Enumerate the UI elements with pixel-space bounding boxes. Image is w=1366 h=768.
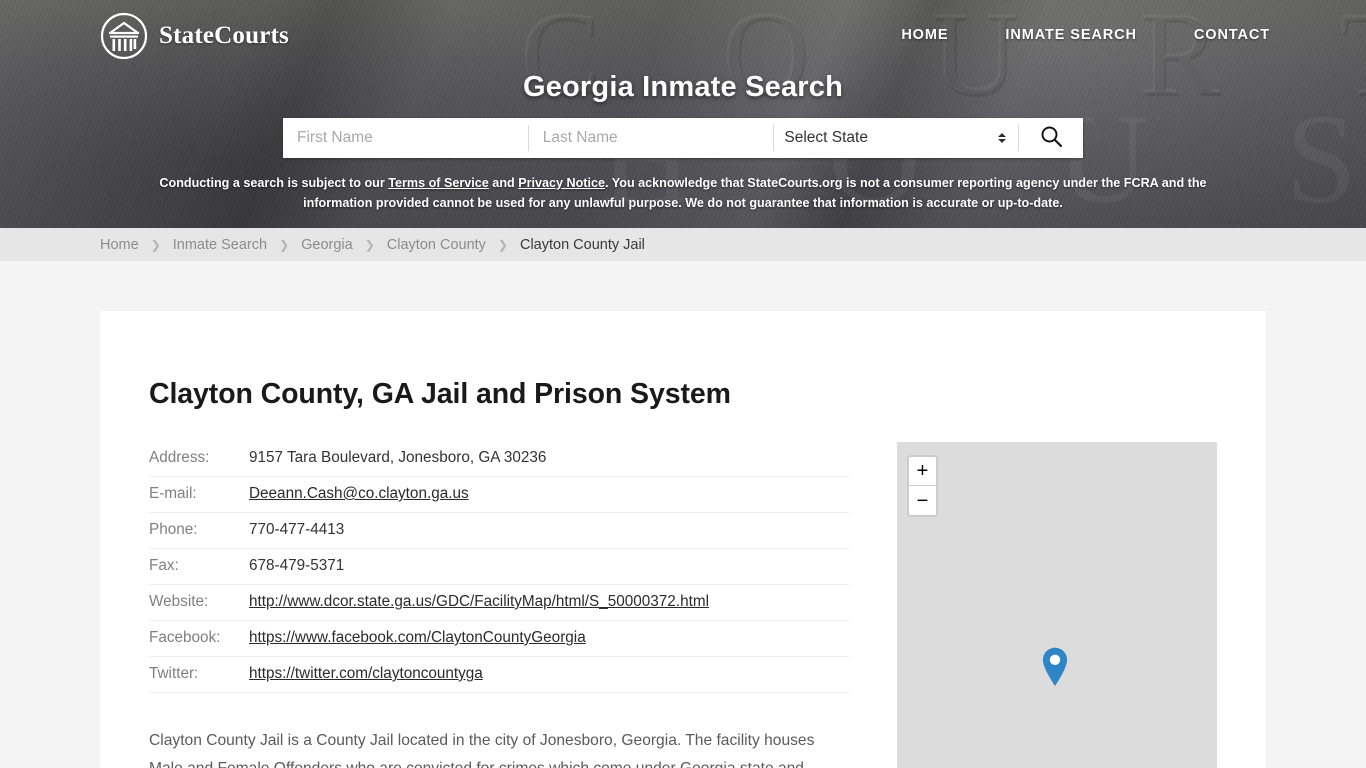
chevron-right-icon: ❯ — [497, 237, 508, 252]
privacy-notice-link[interactable]: Privacy Notice — [518, 176, 605, 190]
map-pin-icon[interactable] — [1042, 647, 1068, 687]
breadcrumb-bar: Home ❯ Inmate Search ❯ Georgia ❯ Clayton… — [0, 228, 1366, 261]
nav-item-contact[interactable]: CONTACT — [1194, 27, 1270, 43]
info-label-address: Address: — [149, 441, 249, 477]
chevron-updown-icon — [998, 133, 1007, 143]
state-select-value: Select State — [784, 129, 868, 146]
last-name-input[interactable] — [528, 118, 774, 158]
info-label-phone: Phone: — [149, 512, 249, 549]
breadcrumb-item-georgia[interactable]: Georgia — [301, 237, 353, 253]
map-zoom-out-button[interactable]: − — [909, 486, 936, 515]
breadcrumb-item-clayton-county[interactable]: Clayton County — [387, 237, 486, 253]
info-value-website: http://www.dcor.state.ga.us/GDC/Facility… — [249, 584, 849, 621]
search-disclaimer: Conducting a search is subject to our Te… — [133, 174, 1233, 213]
info-label-twitter: Twitter: — [149, 656, 249, 693]
facility-info-table: Address: 9157 Tara Boulevard, Jonesboro,… — [149, 441, 849, 693]
disclaimer-text-1: Conducting a search is subject to our — [159, 176, 389, 190]
hero-title: Georgia Inmate Search — [522, 71, 844, 103]
site-header: C O U R T H O U S E StateCourts HOME IN — [0, 0, 1366, 228]
chevron-right-icon: ❯ — [364, 237, 375, 252]
terms-of-service-link[interactable]: Terms of Service — [388, 176, 489, 190]
courthouse-circle-icon — [100, 12, 148, 60]
info-label-facebook: Facebook: — [149, 620, 249, 657]
breadcrumb-item-home[interactable]: Home — [100, 237, 139, 253]
info-value-facebook: https://www.facebook.com/ClaytonCountyGe… — [249, 620, 849, 657]
breadcrumb-item-current: Clayton County Jail — [519, 236, 645, 253]
state-select[interactable]: Select State — [774, 118, 1018, 158]
info-label-email: E-mail: — [149, 476, 249, 513]
info-value-twitter: https://twitter.com/claytoncountyga — [249, 656, 849, 693]
table-row: E-mail: Deeann.Cash@co.clayton.ga.us — [149, 476, 849, 513]
primary-navigation: HOME INMATE SEARCH CONTACT — [901, 27, 1270, 43]
breadcrumb: Home ❯ Inmate Search ❯ Georgia ❯ Clayton… — [100, 237, 645, 253]
map-zoom-in-button[interactable]: + — [909, 457, 936, 486]
table-row: Facebook: https://www.facebook.com/Clayt… — [149, 620, 849, 657]
site-logo-link[interactable]: StateCourts — [100, 12, 289, 60]
table-row: Phone: 770-477-4413 — [149, 512, 849, 549]
map-zoom-controls: + − — [907, 455, 938, 517]
nav-item-home[interactable]: HOME — [901, 27, 948, 43]
search-icon — [1039, 124, 1064, 152]
table-row: Address: 9157 Tara Boulevard, Jonesboro,… — [149, 441, 849, 477]
info-value-phone: 770-477-4413 — [249, 512, 849, 549]
info-value-email: Deeann.Cash@co.clayton.ga.us — [249, 476, 849, 513]
breadcrumb-item-inmate-search[interactable]: Inmate Search — [173, 237, 267, 253]
facility-description: Clayton County Jail is a County Jail loc… — [149, 727, 851, 768]
first-name-input[interactable] — [283, 118, 528, 158]
chevron-right-icon: ❯ — [150, 237, 161, 252]
facebook-link[interactable]: https://www.facebook.com/ClaytonCountyGe… — [249, 629, 586, 646]
disclaimer-text-2: and — [488, 176, 519, 190]
nav-item-inmate-search[interactable]: INMATE SEARCH — [1005, 27, 1136, 43]
email-link[interactable]: Deeann.Cash@co.clayton.ga.us — [249, 485, 469, 502]
website-link[interactable]: http://www.dcor.state.ga.us/GDC/Facility… — [249, 593, 709, 610]
inmate-search-form: Select State — [283, 118, 1083, 158]
info-label-fax: Fax: — [149, 548, 249, 585]
facility-location-map[interactable]: + − — [897, 442, 1217, 768]
search-submit-button[interactable] — [1019, 118, 1083, 158]
twitter-link[interactable]: https://twitter.com/claytoncountyga — [249, 665, 483, 682]
table-row: Website: http://www.dcor.state.ga.us/GDC… — [149, 584, 849, 621]
chevron-right-icon: ❯ — [279, 237, 290, 252]
table-row: Fax: 678-479-5371 — [149, 548, 849, 585]
info-label-website: Website: — [149, 584, 249, 621]
table-row: Twitter: https://twitter.com/claytoncoun… — [149, 656, 849, 693]
info-value-address: 9157 Tara Boulevard, Jonesboro, GA 30236 — [249, 441, 849, 477]
page-title: Clayton County, GA Jail and Prison Syste… — [149, 378, 731, 411]
info-value-fax: 678-479-5371 — [249, 548, 849, 585]
page-body: Clayton County, GA Jail and Prison Syste… — [0, 261, 1366, 768]
brand-name: StateCourts — [159, 22, 289, 49]
description-text-1: Clayton County Jail is a County Jail loc… — [149, 731, 815, 768]
content-card: Clayton County, GA Jail and Prison Syste… — [100, 311, 1266, 768]
